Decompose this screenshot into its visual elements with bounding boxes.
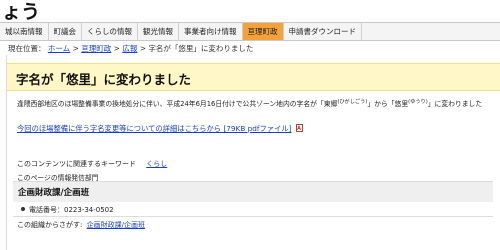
main-nav: 城以南情報 町議会 くらしの情報 観光情報 事業者向け情報 亘理町政 申請書ダウ…: [0, 22, 500, 41]
bullet-icon: [21, 207, 25, 211]
body-text-end: 」に変わりました: [427, 100, 483, 108]
breadcrumb-pr-link[interactable]: 広報: [122, 44, 137, 53]
ruby-reading-yuuri: (ゆうり): [408, 99, 428, 105]
phone-number: 電話番号：0223-34-0502: [29, 206, 114, 214]
body-text-middle: 」から「悠里: [367, 100, 409, 108]
breadcrumb-separator: >: [72, 44, 79, 53]
pdf-detail-link[interactable]: 今回のほ場整備に伴う字名変更等についての詳細はこちらから [79KB pdfファ…: [17, 124, 292, 133]
breadcrumb-home-link[interactable]: ホーム: [48, 44, 70, 53]
keyword-link-kurashi[interactable]: くらし: [146, 160, 167, 168]
nav-item-business[interactable]: 事業者向け情報: [179, 23, 243, 40]
related-keywords: このコンテンツに関連するキーワード くらし: [17, 159, 167, 169]
nav-item-tourism[interactable]: 観光情報: [138, 23, 179, 40]
org-search-label: この組織からさがす:: [17, 221, 83, 229]
org-search-row: この組織からさがす: 企画財政課/企画班: [17, 220, 145, 230]
breadcrumb-separator: >: [113, 44, 120, 53]
article-body: 逢隈西部地区のほ場整備事業の換地処分に伴い、平成24年6月16日付けで公共ゾーン…: [17, 98, 482, 108]
nav-item-area-info[interactable]: 城以南情報: [0, 23, 49, 40]
ruby-reading-higashigou: (ひがしごう): [337, 99, 368, 105]
breadcrumb-town-government-link[interactable]: 亘理町政: [81, 44, 111, 53]
page-title: 字名が「悠里」に変わりました: [16, 72, 192, 87]
breadcrumb-prefix: 現在位置：: [8, 44, 46, 53]
main-content: 字名が「悠里」に変わりました 逢隈西部地区のほ場整備事業の換地処分に伴い、平成2…: [6, 55, 500, 250]
body-text-start: 逢隈西部地区のほ場整備事業の換地処分に伴い、平成24年6月16日付けで公共ゾーン…: [17, 100, 338, 108]
page-title-band: 字名が「悠里」に変わりました: [7, 63, 500, 91]
department-box: 企画財政課/企画班: [13, 181, 493, 202]
pdf-file-icon[interactable]: [295, 124, 303, 132]
nav-item-town-government[interactable]: 亘理町政: [242, 23, 284, 40]
nav-item-town-council[interactable]: 町議会: [49, 23, 82, 40]
org-search-link[interactable]: 企画財政課/企画班: [87, 221, 145, 229]
nav-item-forms-download[interactable]: 申請書ダウンロード: [284, 23, 362, 40]
breadcrumb: 現在位置： ホーム > 亘理町政 > 広報 > 字名が「悠里」に変わりました: [8, 43, 253, 54]
site-title: ょう: [2, 1, 41, 23]
department-phone: 電話番号：0223-34-0502: [21, 205, 114, 215]
breadcrumb-separator: >: [139, 44, 147, 53]
divider: [13, 216, 493, 217]
detail-link-row: 今回のほ場整備に伴う字名変更等についての詳細はこちらから [79KB pdfファ…: [17, 124, 303, 134]
site-header: ょう: [0, 0, 500, 23]
nav-item-living-info[interactable]: くらしの情報: [82, 23, 138, 40]
related-keywords-label: このコンテンツに関連するキーワード: [17, 160, 136, 168]
breadcrumb-current: 字名が「悠里」に変わりました: [148, 44, 254, 53]
department-name: 企画財政課/企画班: [18, 188, 90, 198]
